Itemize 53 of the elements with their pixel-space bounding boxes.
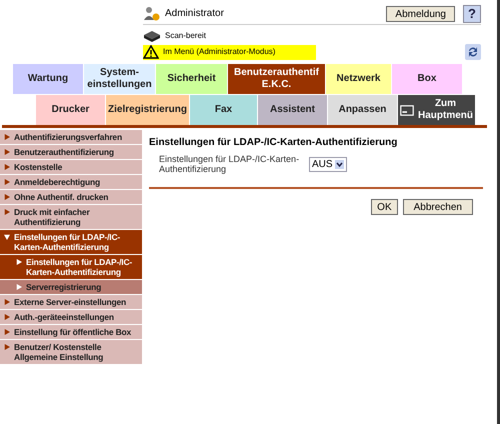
help-button[interactable]: ? — [463, 4, 481, 22]
chevron-down-icon — [334, 160, 344, 168]
sidebar-item[interactable]: Einstellungen für LDAP-/IC-Karten-Authentifizierung — [0, 230, 142, 254]
sidebar-item[interactable]: Authentifizierungsverfahren — [0, 130, 142, 144]
status-text: Scan-bereit — [165, 30, 206, 42]
caret-icon — [4, 314, 10, 320]
sidebar-item[interactable]: Druck mit einfacher Authentifizierung — [0, 205, 142, 229]
scanner-icon — [143, 30, 161, 42]
menu-tab[interactable]: Drucker — [36, 95, 106, 125]
menu-tab[interactable]: Anpassen — [328, 95, 398, 125]
logout-button[interactable]: Abmeldung — [386, 6, 455, 22]
caret-icon — [4, 149, 10, 155]
sidebar-item[interactable]: Ohne Authentif. drucken — [0, 190, 142, 204]
menu-tab[interactable]: Netzwerk — [326, 64, 392, 94]
caret-icon — [4, 234, 10, 240]
warning-text: Im Menü (Administrator-Modus) — [163, 46, 276, 58]
menu-tab[interactable]: System- einstellungen — [84, 64, 156, 94]
sidebar-item[interactable]: Kostenstelle — [0, 160, 142, 174]
menu-tab[interactable]: Wartung — [13, 64, 84, 94]
users-icon — [143, 6, 161, 22]
sidebar-item[interactable]: Benutzerauthentifizierung — [0, 145, 142, 159]
sidebar-item[interactable]: Einstellung für öffentliche Box — [0, 325, 142, 339]
section-title: Einstellungen für LDAP-/IC-Karten-Authentifizierung — [149, 136, 398, 150]
sidebar-item[interactable]: Auth.-geräteeinstellungen — [0, 310, 142, 324]
sidebar-item[interactable]: Benutzer/ Kostenstelle Allgemeine Einstellung — [0, 340, 142, 364]
caret-icon — [4, 134, 10, 140]
menu-tab[interactable]: Benutzerauthentif E.K.C. — [228, 64, 326, 94]
caret-icon — [4, 344, 10, 350]
sidebar-subitem[interactable]: Einstellungen für LDAP-/IC-Karten-Authentifizierung — [0, 255, 142, 279]
refresh-icon[interactable] — [465, 44, 481, 60]
sidebar-item[interactable]: Anmeldeberechtigung — [0, 175, 142, 189]
menu-tab[interactable]: Box — [392, 64, 463, 94]
caret-icon — [4, 194, 10, 200]
caret-icon — [4, 329, 10, 335]
caret-icon — [4, 299, 10, 305]
menu-tab[interactable]: Zielregistrierung — [106, 95, 190, 125]
menu-tab[interactable]: Fax — [190, 95, 258, 125]
caret-icon — [16, 284, 22, 290]
main-menu-tab[interactable]: Zum Hauptmenü — [398, 95, 476, 125]
sidebar-item[interactable]: Externe Server-einstellungen — [0, 295, 142, 309]
menu-tab[interactable]: Sicherheit — [156, 64, 228, 94]
caret-icon — [4, 209, 10, 215]
menu-tab[interactable]: Assistent — [258, 95, 328, 125]
ok-button[interactable]: OK — [371, 199, 398, 215]
value-dropdown[interactable]: AUS — [309, 156, 347, 172]
sidebar-subitem[interactable]: Serverregistrierung — [0, 280, 142, 294]
caret-icon — [4, 164, 10, 170]
cancel-button[interactable]: Abbrechen — [402, 199, 473, 215]
setting-label: Einstellungen für LDAP-/IC-Karten-Authentifizierung — [159, 154, 300, 174]
caret-icon — [4, 179, 10, 185]
screen-icon — [400, 104, 414, 116]
caret-icon — [16, 259, 22, 265]
user-name: Administrator — [165, 7, 224, 21]
